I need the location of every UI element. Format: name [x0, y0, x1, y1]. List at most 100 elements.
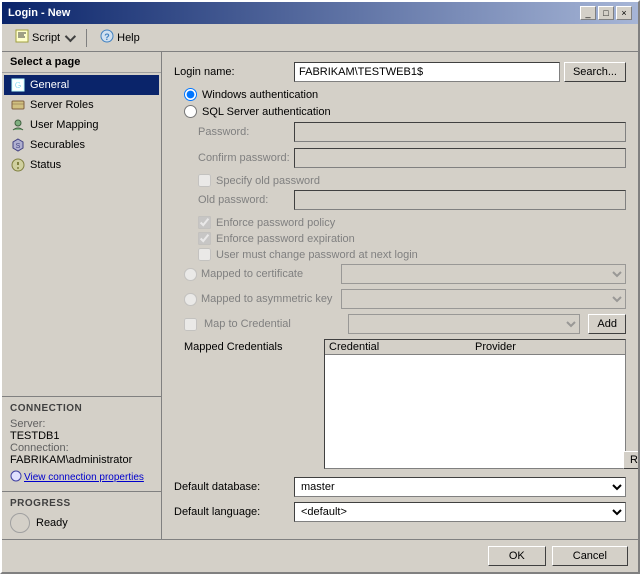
confirm-password-row: Confirm password:: [198, 148, 626, 168]
login-name-input[interactable]: [294, 62, 560, 82]
sidebar-item-general-label: General: [30, 79, 69, 91]
search-button[interactable]: Search...: [564, 62, 626, 82]
default-language-row: Default language: <default>: [174, 502, 626, 522]
login-name-label: Login name:: [174, 66, 294, 78]
server-roles-icon: [10, 97, 26, 113]
help-button[interactable]: ? Help: [93, 26, 147, 49]
map-to-credential-select[interactable]: [348, 314, 580, 334]
user-mapping-icon: [10, 117, 26, 133]
connection-header: Connection: [10, 403, 153, 414]
cancel-button[interactable]: Cancel: [552, 546, 628, 566]
enforce-expiration-label: Enforce password expiration: [216, 233, 355, 245]
footer: OK Cancel: [2, 539, 638, 572]
progress-status-text: Ready: [36, 517, 68, 529]
mapped-to-certificate-select[interactable]: [341, 264, 626, 284]
sidebar-item-securables-label: Securables: [30, 139, 85, 151]
specify-old-password-checkbox[interactable]: [198, 174, 211, 187]
connection-panel: Connection Server: TESTDB1 Connection: F…: [2, 396, 161, 491]
toolbar-separator: [86, 29, 87, 47]
right-panel: Login name: Search... Windows authentica…: [162, 52, 638, 539]
default-database-label: Default database:: [174, 481, 294, 493]
mc-table-body[interactable]: [325, 355, 625, 465]
mapped-credentials-section: Mapped Credentials Credential Provider R…: [184, 339, 626, 469]
select-page-header: Select a page: [2, 52, 161, 73]
general-icon: G: [10, 77, 26, 93]
script-label: Script: [32, 32, 60, 44]
map-to-credential-row: Map to Credential Add: [184, 314, 626, 334]
window-title: Login - New: [8, 7, 70, 19]
enforce-policy-row: Enforce password policy: [198, 216, 626, 229]
remove-credential-button[interactable]: Remove: [623, 451, 638, 469]
close-button[interactable]: ×: [616, 6, 632, 20]
enforce-policy-checkbox[interactable]: [198, 216, 211, 229]
connection-connection-value: FABRIKAM\administrator: [10, 454, 153, 466]
user-must-change-row: User must change password at next login: [198, 248, 626, 261]
map-to-credential-checkbox[interactable]: [184, 318, 197, 331]
old-password-label: Old password:: [198, 194, 294, 206]
login-name-row: Login name: Search...: [174, 62, 626, 82]
maximize-button[interactable]: □: [598, 6, 614, 20]
enforce-expiration-row: Enforce password expiration: [198, 232, 626, 245]
script-chevron-icon: [65, 30, 76, 41]
help-icon: ?: [100, 29, 114, 46]
title-bar: Login - New _ □ ×: [2, 2, 638, 24]
sidebar-item-user-mapping[interactable]: User Mapping: [4, 115, 159, 135]
svg-text:G: G: [15, 81, 21, 90]
help-label: Help: [117, 32, 140, 44]
default-language-label: Default language:: [174, 506, 294, 518]
left-panel: Select a page G General Server Roles: [2, 52, 162, 539]
enforce-expiration-checkbox[interactable]: [198, 232, 211, 245]
default-database-row: Default database: master: [174, 477, 626, 497]
add-credential-button[interactable]: Add: [588, 314, 626, 334]
connection-server-label: Server:: [10, 418, 153, 430]
map-to-credential-label: Map to Credential: [204, 318, 344, 330]
default-database-select[interactable]: master: [294, 477, 626, 497]
sidebar-item-status[interactable]: Status: [4, 155, 159, 175]
sidebar-item-server-roles[interactable]: Server Roles: [4, 95, 159, 115]
enforce-policy-label: Enforce password policy: [216, 217, 335, 229]
mapped-to-asymmetric-radio[interactable]: [184, 293, 197, 306]
mapped-to-asymmetric-row: Mapped to asymmetric key: [184, 289, 626, 309]
sidebar-item-securables[interactable]: S Securables: [4, 135, 159, 155]
mapped-to-asymmetric-label: Mapped to asymmetric key: [201, 293, 341, 305]
mc-provider-column-header: Provider: [475, 341, 621, 353]
svg-text:S: S: [16, 143, 21, 150]
minimize-button[interactable]: _: [580, 6, 596, 20]
default-language-select[interactable]: <default>: [294, 502, 626, 522]
securables-icon: S: [10, 137, 26, 153]
sidebar-item-general[interactable]: G General: [4, 75, 159, 95]
script-button[interactable]: Script: [8, 26, 80, 49]
user-must-change-label: User must change password at next login: [216, 249, 418, 261]
old-password-input[interactable]: [294, 190, 626, 210]
connection-connection-label: Connection:: [10, 442, 153, 454]
mc-table-header: Credential Provider: [325, 340, 625, 355]
sidebar-item-server-roles-label: Server Roles: [30, 99, 94, 111]
password-input[interactable]: [294, 122, 626, 142]
main-content: Select a page G General Server Roles: [2, 52, 638, 539]
mapped-to-certificate-label: Mapped to certificate: [201, 268, 341, 280]
user-must-change-checkbox[interactable]: [198, 248, 211, 261]
mapped-credentials-table-container: Credential Provider Remove: [324, 339, 626, 469]
password-label: Password:: [198, 126, 294, 138]
title-bar-buttons: _ □ ×: [580, 6, 632, 20]
mapped-to-asymmetric-select[interactable]: [341, 289, 626, 309]
specify-old-password-row: Specify old password: [198, 174, 626, 187]
ok-button[interactable]: OK: [488, 546, 546, 566]
view-connection-properties-link[interactable]: View connection properties: [10, 470, 153, 485]
progress-spinner-icon: [10, 513, 30, 533]
sidebar-item-status-label: Status: [30, 159, 61, 171]
link-icon: [10, 470, 22, 485]
nav-items: G General Server Roles User Mapping: [2, 73, 161, 177]
windows-auth-radio[interactable]: [184, 88, 197, 101]
sidebar-item-user-mapping-label: User Mapping: [30, 119, 98, 131]
main-window: Login - New _ □ × Script ? Help Select a…: [0, 0, 640, 574]
svg-text:?: ?: [104, 32, 110, 42]
confirm-password-input[interactable]: [294, 148, 626, 168]
sql-auth-radio[interactable]: [184, 105, 197, 118]
windows-auth-radio-row: Windows authentication: [184, 88, 626, 101]
mapped-to-certificate-radio[interactable]: [184, 268, 197, 281]
progress-status: Ready: [10, 513, 153, 533]
mapped-to-certificate-row: Mapped to certificate: [184, 264, 626, 284]
toolbar: Script ? Help: [2, 24, 638, 52]
specify-old-password-label: Specify old password: [216, 175, 320, 187]
